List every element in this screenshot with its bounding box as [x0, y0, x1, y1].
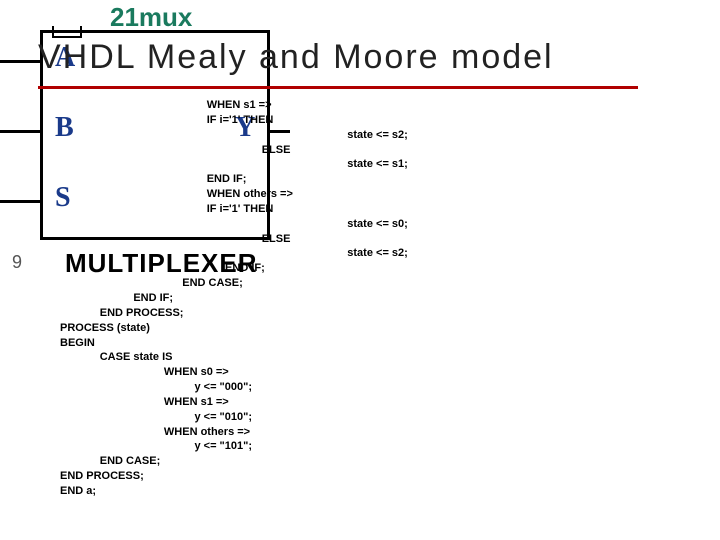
code-line: END IF; [60, 292, 173, 304]
code-line: y <= "000"; [60, 381, 252, 393]
code-line: WHEN s1 => [60, 396, 229, 408]
code-line: y <= "010"; [60, 411, 252, 423]
port-line-s [0, 200, 40, 203]
code-line: END CASE; [60, 455, 160, 467]
code-line: IF i='1' THEN [60, 114, 273, 126]
code-line: WHEN others => [60, 188, 293, 200]
code-line: IF i='1' THEN [60, 203, 273, 215]
code-line: END IF; [60, 262, 265, 274]
code-line: END IF; [60, 173, 246, 185]
code-line: CASE state IS [60, 351, 172, 363]
code-line: END PROCESS; [60, 307, 183, 319]
corner-number: 9 [12, 252, 22, 273]
code-line: state <= s0; [60, 218, 408, 230]
code-line: ELSE [60, 144, 290, 156]
code-line: PROCESS (state) [60, 322, 150, 334]
code-line: WHEN s1 => [60, 99, 272, 111]
code-line: WHEN s0 => [60, 366, 229, 378]
code-line: ELSE [60, 233, 290, 245]
slide-title: VHDL Mealy and Moore model [38, 38, 554, 77]
vhdl-code-block: WHEN s1 => IF i='1' THEN state <= s2; [60, 98, 680, 499]
code-line: state <= s2; [60, 247, 408, 259]
port-line-b [0, 130, 40, 133]
port-line-a [0, 60, 40, 63]
code-line: END a; [60, 485, 96, 497]
title-underline [38, 86, 638, 89]
code-line: END PROCESS; [60, 470, 144, 482]
mux-ornament [52, 26, 82, 38]
code-line: y <= "101"; [60, 440, 252, 452]
code-line: BEGIN [60, 337, 95, 349]
code-line: WHEN others => [60, 426, 250, 438]
code-line: state <= s1; [60, 158, 408, 170]
code-line: state <= s2; [60, 129, 408, 141]
code-line: END CASE; [60, 277, 243, 289]
mux-title: 21mux [110, 2, 192, 33]
